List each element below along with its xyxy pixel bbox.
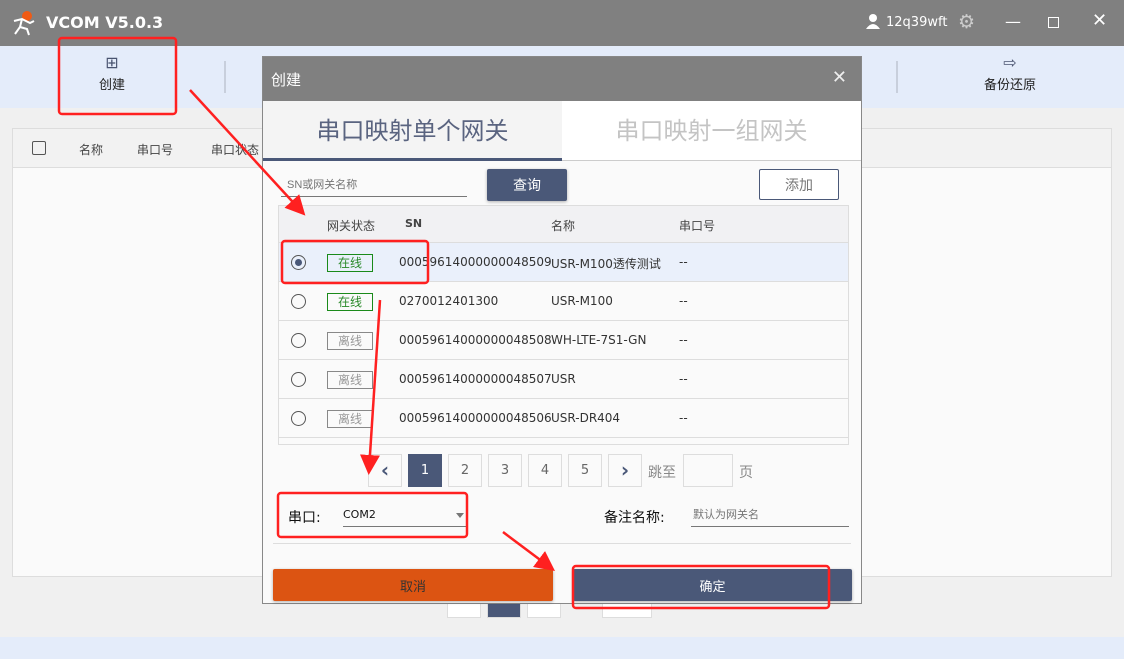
create-dialog: 创建 ✕ 串口映射单个网关 串口映射一组网关 查询 添加 网关状态 SN 名称 … (262, 56, 862, 604)
serial-port-value: COM2 (343, 508, 376, 521)
row-port: -- (679, 411, 688, 425)
create-label: 创建 (98, 78, 125, 93)
row-port: -- (679, 255, 688, 269)
gateway-row[interactable]: 离线 00059614000000048508 WH-LTE-7S1-GN -- (279, 321, 848, 360)
gateway-row[interactable]: 在线 00059614000000048509 USR-M100透传测试 -- (279, 243, 848, 282)
gateway-row[interactable]: 离线 00059614000000048506 USR-DR404 -- (279, 399, 848, 438)
row-sn: 00059614000000048506 (399, 411, 552, 425)
export-icon: ⇨ (1003, 53, 1017, 72)
row-name: USR-M100透传测试 (551, 257, 661, 271)
row-radio[interactable] (291, 333, 306, 348)
search-input[interactable] (281, 173, 467, 197)
minimize-button[interactable]: — (1005, 12, 1021, 31)
page-button[interactable]: 3 (488, 454, 522, 487)
cancel-button[interactable]: 取消 (273, 569, 553, 601)
gateway-row[interactable]: 在线 0270012401300 USR-M100 -- (279, 282, 848, 321)
row-sn: 00059614000000048509 (399, 255, 552, 269)
row-port: -- (679, 294, 688, 308)
col-port-status: 串口状态 (211, 143, 260, 157)
status-badge: 离线 (327, 332, 373, 350)
col-name: 名称 (79, 143, 104, 157)
gateway-row[interactable]: 离线 00059614000000048507 USR -- (279, 360, 848, 399)
row-radio[interactable] (291, 411, 306, 426)
col-sn: SN (405, 217, 423, 230)
app-logo-icon (10, 9, 38, 37)
row-name: WH-LTE-7S1-GN (551, 333, 647, 347)
page-button[interactable]: 2 (448, 454, 482, 487)
dialog-title-bar: 创建 ✕ (263, 57, 861, 101)
next-page-button[interactable]: › (608, 454, 642, 487)
status-strip (0, 637, 1124, 659)
page-suffix: 页 (739, 465, 753, 481)
gateway-list: 网关状态 SN 名称 串口号 在线 00059614000000048509 U… (278, 205, 849, 445)
row-radio[interactable] (291, 294, 306, 309)
remark-input[interactable] (691, 503, 849, 527)
tab-gateway-group[interactable]: 串口映射一组网关 (562, 101, 861, 161)
col-name: 名称 (551, 219, 576, 233)
status-badge: 离线 (327, 371, 373, 389)
status-badge: 在线 (327, 293, 373, 311)
plus-square-icon: ⊞ (105, 53, 119, 72)
gateway-list-header: 网关状态 SN 名称 串口号 (279, 206, 848, 243)
query-button[interactable]: 查询 (487, 169, 567, 201)
status-badge: 在线 (327, 254, 373, 272)
page-button[interactable]: 1 (408, 454, 442, 487)
backup-restore-button[interactable]: ⇨ 备份还原 (950, 52, 1070, 93)
toolbar-divider (224, 61, 226, 93)
create-button[interactable]: ⊞ 创建 (52, 52, 172, 93)
toolbar-divider (896, 61, 898, 93)
row-radio[interactable] (291, 255, 306, 270)
username[interactable]: 12q39wft (886, 15, 947, 30)
add-button[interactable]: 添加 (759, 169, 839, 200)
user-icon (866, 13, 880, 33)
goto-page-input[interactable] (683, 454, 733, 487)
row-name: USR-DR404 (551, 411, 621, 425)
tab-single-gateway[interactable]: 串口映射单个网关 (263, 101, 562, 161)
row-radio[interactable] (291, 372, 306, 387)
dropdown-caret-icon (456, 513, 464, 522)
status-badge: 离线 (327, 410, 373, 428)
col-port: 串口号 (679, 219, 716, 233)
select-all-checkbox[interactable] (32, 141, 46, 155)
col-port: 串口号 (137, 143, 174, 157)
title-bar: VCOM V5.0.3 12q39wft ⚙ — ✕ (0, 0, 1124, 46)
serial-port-select[interactable]: COM2 (343, 503, 466, 527)
maximize-button[interactable] (1048, 17, 1059, 28)
row-sn: 0270012401300 (399, 294, 499, 308)
remark-label: 备注名称: (604, 510, 665, 526)
row-name: USR (551, 372, 576, 386)
close-button[interactable]: ✕ (1092, 10, 1107, 31)
col-status: 网关状态 (327, 219, 376, 233)
serial-port-label: 串口: (288, 510, 321, 526)
prev-page-button[interactable]: ‹ (368, 454, 402, 487)
dialog-title: 创建 (271, 71, 302, 89)
app-title: VCOM V5.0.3 (46, 13, 164, 32)
goto-label: 跳至 (648, 465, 676, 481)
dialog-close-icon[interactable]: ✕ (832, 67, 847, 88)
row-sn: 00059614000000048507 (399, 372, 552, 386)
row-sn: 00059614000000048508 (399, 333, 552, 347)
row-port: -- (679, 372, 688, 386)
row-name: USR-M100 (551, 294, 613, 308)
settings-gear-icon[interactable]: ⚙ (958, 11, 975, 33)
row-port: -- (679, 333, 688, 347)
divider (273, 543, 851, 544)
backup-label: 备份还原 (983, 78, 1036, 93)
confirm-button[interactable]: 确定 (573, 569, 852, 601)
page-button[interactable]: 4 (528, 454, 562, 487)
page-button[interactable]: 5 (568, 454, 602, 487)
